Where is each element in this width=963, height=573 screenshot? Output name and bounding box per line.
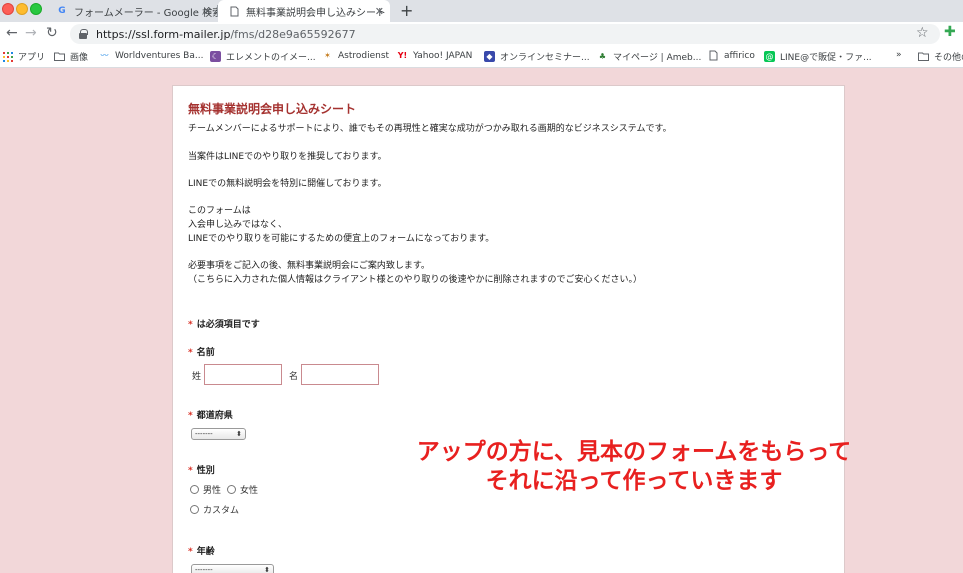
folder-icon <box>918 51 929 62</box>
bookmark-online-seminar[interactable]: ◆ オンラインセミナー... <box>484 50 590 63</box>
gender-label: * 性別 <box>188 466 215 476</box>
astro-icon: ✶ <box>324 51 331 60</box>
annotation-line-1: アップの方に、見本のフォームをもらって <box>416 439 852 465</box>
tab-strip: G フォームメーラー - Google 検索 ✕ 無料事業説明会申し込みシート … <box>0 0 963 22</box>
new-tab-plus-icon[interactable]: + <box>400 1 413 20</box>
folder-icon <box>54 51 65 62</box>
form-description-line: 当案件はLINEでのやり取りを推奨しております。 <box>188 152 387 162</box>
form-card: 無料事業説明会申し込みシート チームメンバーによるサポートにより、誰でもその再現… <box>172 85 845 573</box>
last-name-label: 姓 <box>192 372 202 382</box>
more-bookmarks-chevron-icon[interactable]: » <box>896 50 902 60</box>
select-arrows-icon: ⬍ <box>236 430 242 438</box>
gender-custom-row: カスタム <box>190 503 245 516</box>
bookmark-affirico[interactable]: affirico <box>708 50 755 61</box>
bookmark-images-folder[interactable]: 画像 <box>54 50 88 63</box>
close-tab-icon[interactable]: ✕ <box>375 5 384 18</box>
tab-google-search[interactable]: G フォームメーラー - Google 検索 ✕ <box>52 0 218 22</box>
bookmark-worldventures[interactable]: 〰 Worldventures Ba... <box>99 50 204 61</box>
page-favicon-icon <box>228 5 240 17</box>
annotation-overlay-text: アップの方に、見本のフォームをもらって それに沿って作っていきます <box>384 438 884 496</box>
required-asterisk: * <box>188 348 193 358</box>
url-text: https://ssl.form-mailer.jp/fms/d28e9a655… <box>96 27 356 41</box>
wv-icon: 〰 <box>100 51 109 60</box>
first-name-label: 名 <box>289 372 299 382</box>
bookmark-element-image[interactable]: ☾ エレメントのイメー... <box>210 50 316 63</box>
required-asterisk: * <box>188 547 193 557</box>
forward-arrow-icon[interactable]: → <box>25 25 37 41</box>
moon-icon: ☾ <box>210 51 221 62</box>
bookmark-line-promo[interactable]: @ LINE@で販促・ファ... <box>764 50 872 63</box>
last-name-input[interactable] <box>204 364 282 385</box>
seminar-icon: ◆ <box>484 51 495 62</box>
apps-grid-icon <box>2 51 13 62</box>
bookmark-ameba-mypage[interactable]: ♣ マイページ | Ameb... <box>597 50 701 63</box>
gender-options-row: 男性 女性 <box>190 483 264 496</box>
required-asterisk: * <box>188 466 193 476</box>
annotation-line-2: それに沿って作っていきます <box>485 468 783 494</box>
form-description-line: 入会申し込みではなく、 <box>188 220 288 230</box>
form-description-line: このフォームは <box>188 206 251 216</box>
form-title: 無料事業説明会申し込みシート <box>188 102 357 116</box>
prefecture-select[interactable]: ------- ⬍ <box>191 428 246 440</box>
page-icon <box>708 50 719 61</box>
bookmark-apps[interactable]: アプリ <box>2 50 45 63</box>
tab-title: 無料事業説明会申し込みシート <box>246 7 386 19</box>
required-note: * は必須項目です <box>188 320 260 330</box>
form-description-line: LINEでのやり取りを可能にするための便宜上のフォームになっております。 <box>188 234 495 244</box>
form-description-line: （こちらに入力された個人情報はクライアント様とのやり取りの後速やかに削除されます… <box>188 275 643 285</box>
tab-title: フォームメーラー - Google 検索 <box>74 7 218 19</box>
bookmark-star-icon[interactable]: ☆ <box>916 25 929 41</box>
required-asterisk: * <box>188 411 193 421</box>
gender-male-radio[interactable] <box>190 485 199 494</box>
yahoo-icon: Y! <box>397 51 408 60</box>
bookmark-astrodienst[interactable]: ✶ Astrodienst <box>322 50 389 61</box>
name-label: * 名前 <box>188 348 215 358</box>
bookmark-yahoo-japan[interactable]: Y! Yahoo! JAPAN <box>397 50 473 61</box>
ameba-icon: ♣ <box>598 52 607 61</box>
extension-puzzle-icon[interactable]: ✚ <box>944 25 958 39</box>
browser-toolbar: ← → ↻ https://ssl.form-mailer.jp/fms/d28… <box>0 22 963 46</box>
required-asterisk: * <box>188 320 193 330</box>
form-description-line: 必要事項をご記入の後、無料事業説明会にご案内致します。 <box>188 261 430 271</box>
age-label: * 年齢 <box>188 547 215 557</box>
close-tab-icon[interactable]: ✕ <box>203 5 212 18</box>
lock-icon <box>78 29 88 39</box>
select-arrows-icon: ⬍ <box>264 566 270 573</box>
bookmarks-bar: アプリ 画像 〰 Worldventures Ba... ☾ エレメントのイメー… <box>0 46 963 68</box>
bookmark-other-folder[interactable]: その他の <box>918 50 963 63</box>
age-select[interactable]: ------- ⬍ <box>191 564 274 573</box>
close-window-button[interactable] <box>2 3 14 15</box>
minimize-window-button[interactable] <box>16 3 28 15</box>
address-bar[interactable]: https://ssl.form-mailer.jp/fms/d28e9a655… <box>70 24 940 44</box>
tab-active-form[interactable]: 無料事業説明会申し込みシート ✕ <box>218 0 390 22</box>
gender-female-radio[interactable] <box>227 485 237 494</box>
reload-icon[interactable]: ↻ <box>46 25 58 41</box>
first-name-input[interactable] <box>301 364 379 385</box>
google-favicon-icon: G <box>58 6 66 16</box>
maximize-window-button[interactable] <box>30 3 42 15</box>
gender-custom-radio[interactable] <box>190 505 199 514</box>
form-description-line: チームメンバーによるサポートにより、誰でもその再現性と確実な成功がつかみ取れる画… <box>188 124 672 134</box>
back-arrow-icon[interactable]: ← <box>6 25 18 41</box>
prefecture-label: * 都道府県 <box>188 411 233 421</box>
line-icon: @ <box>764 51 775 62</box>
form-description-line: LINEでの無料説明会を特別に開催しております。 <box>188 179 387 189</box>
